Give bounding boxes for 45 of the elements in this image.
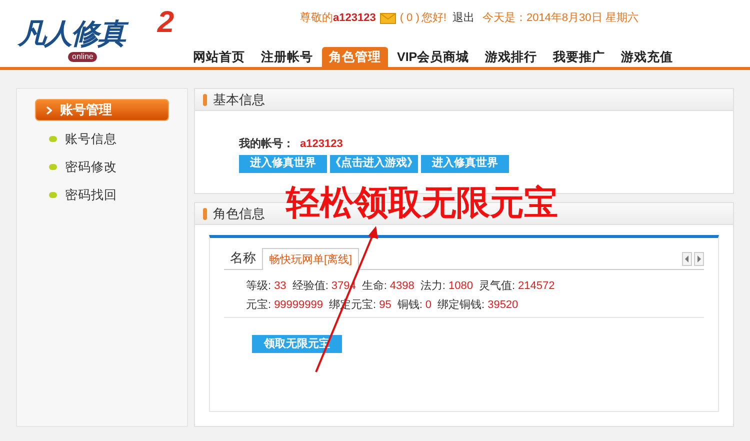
stat-value: 1080 [448, 279, 473, 294]
stat-value: 214572 [518, 279, 555, 294]
stat-label: 经验值: [292, 279, 328, 294]
bullet-icon [49, 136, 57, 142]
mail-count: ( 0 ) [400, 11, 420, 26]
promo-annotation: 轻松领取无限元宝 [286, 186, 558, 220]
sidebar-link[interactable]: 密码找回 [65, 186, 117, 204]
stat-label: 绑定铜钱: [438, 298, 485, 312]
sidebar-link[interactable]: 密码修改 [65, 158, 117, 176]
stat-value: 95 [379, 298, 392, 312]
greeting-text: 尊敬的a123123 [300, 10, 376, 26]
nav-tab[interactable]: 游戏排行 [478, 47, 544, 67]
account-value: a123123 [300, 137, 343, 152]
stat-label: 等级: [246, 279, 272, 294]
hello-text: 您好! [421, 11, 446, 26]
role-tab[interactable]: 名称 [224, 247, 262, 269]
role-tab[interactable]: 畅快玩网单[离线] [262, 248, 360, 270]
mail-icon[interactable] [380, 12, 396, 24]
game-logo: 凡人修真 online 2 [18, 8, 175, 64]
title-marker-icon [203, 94, 207, 106]
bullet-icon [49, 164, 57, 170]
stat-value: 99999999 [274, 298, 324, 312]
panel-title: 角色信息 [213, 204, 265, 223]
stat-value: 4398 [390, 279, 414, 294]
nav-tab[interactable]: 注册帐号 [254, 47, 320, 67]
chevron-right-icon [46, 106, 52, 114]
panel-title: 基本信息 [213, 90, 265, 109]
stat-value: 39520 [488, 298, 518, 312]
stat-label: 生命: [362, 279, 387, 294]
stat-value: 0 [425, 298, 432, 312]
logout-link[interactable]: 退出 [452, 10, 474, 26]
sidebar-link[interactable]: 账号信息 [65, 130, 117, 148]
stat-value: 33 [274, 279, 286, 294]
stat-label: 法力: [420, 279, 446, 294]
nav-tab[interactable]: VIP会员商城 [390, 47, 476, 67]
nav-tab[interactable]: 我要推广 [546, 47, 612, 67]
nav-tab[interactable]: 网站首页 [186, 47, 252, 67]
stat-label: 灵气值: [478, 279, 516, 294]
title-marker-icon [203, 208, 207, 220]
bullet-icon [49, 192, 57, 198]
account-label: 我的帐号： [239, 136, 294, 152]
stat-label: 元宝: [246, 298, 272, 312]
date-text: 今天是：2014年8月30日 星期六 [482, 10, 638, 26]
stat-label: 铜钱: [397, 298, 422, 312]
nav-tab[interactable]: 游戏充值 [614, 47, 680, 67]
